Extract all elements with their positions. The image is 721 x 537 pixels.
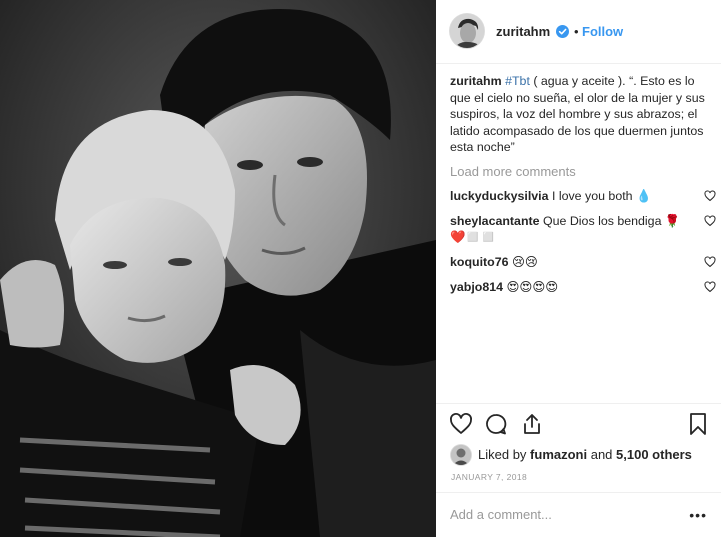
- add-comment-bar: •••: [436, 492, 721, 535]
- likes-count[interactable]: 5,100 others: [616, 447, 692, 462]
- comment-username[interactable]: koquito76: [450, 255, 509, 269]
- more-options-button[interactable]: •••: [689, 507, 707, 523]
- heart-icon[interactable]: [449, 412, 473, 436]
- caption-hashtag[interactable]: #Tbt: [505, 74, 530, 88]
- avatar-image: [450, 14, 484, 48]
- comment-text: 😢😢: [511, 254, 538, 269]
- photo-illustration: [0, 0, 436, 537]
- bookmark-icon[interactable]: [686, 412, 710, 436]
- comment-text: 😍😍😍😍: [506, 279, 559, 294]
- comment-username[interactable]: yabjo814: [450, 280, 503, 294]
- verified-badge-icon: [556, 25, 569, 38]
- comment-username[interactable]: sheylacantante: [450, 214, 540, 228]
- comment-item: luckyduckysilvia I love you both 💧: [450, 188, 716, 204]
- comments-list: zuritahm #Tbt ( agua y aceite ). “. Esto…: [450, 73, 716, 295]
- likes-summary: Liked by fumazoni and 5,100 others: [478, 447, 692, 462]
- post-photo[interactable]: [0, 0, 436, 537]
- author-avatar[interactable]: [450, 14, 484, 48]
- load-more-comments-button[interactable]: Load more comments: [450, 164, 712, 179]
- comment-like-heart-icon[interactable]: [704, 214, 716, 227]
- comment-item: sheylacantante Que Dios los bendiga 🌹❤️◻…: [450, 213, 716, 245]
- separator-dot: •: [574, 24, 579, 39]
- comment-like-heart-icon[interactable]: [704, 255, 716, 268]
- share-icon[interactable]: [520, 412, 544, 436]
- comment-like-heart-icon[interactable]: [704, 189, 716, 202]
- comment-icon[interactable]: [484, 412, 508, 436]
- liker-avatar[interactable]: [451, 445, 471, 465]
- post-actions: Liked by fumazoni and 5,100 others JANUA…: [436, 403, 721, 534]
- liker-username[interactable]: fumazoni: [530, 447, 587, 462]
- post-caption: zuritahm #Tbt ( agua y aceite ). “. Esto…: [450, 73, 712, 156]
- follow-button[interactable]: Follow: [582, 24, 623, 39]
- liker-avatar-image: [451, 445, 471, 465]
- comment-text: I love you both 💧: [551, 188, 652, 203]
- post-date[interactable]: JANUARY 7, 2018: [451, 472, 527, 482]
- add-comment-input[interactable]: [450, 504, 670, 524]
- comment-username[interactable]: luckyduckysilvia: [450, 189, 549, 203]
- comment-like-heart-icon[interactable]: [704, 280, 716, 293]
- post-header: zuritahm • Follow: [436, 0, 721, 64]
- caption-username[interactable]: zuritahm: [450, 74, 502, 88]
- likes-prefix: Liked by: [478, 447, 531, 462]
- likes-suffix: and: [587, 447, 617, 462]
- comment-item: koquito76 😢😢: [450, 254, 716, 270]
- author-username[interactable]: zuritahm: [496, 24, 550, 39]
- post-details-panel: zuritahm • Follow zuritahm #Tbt ( agua y…: [436, 0, 721, 537]
- comment-item: yabjo814 😍😍😍😍: [450, 279, 716, 295]
